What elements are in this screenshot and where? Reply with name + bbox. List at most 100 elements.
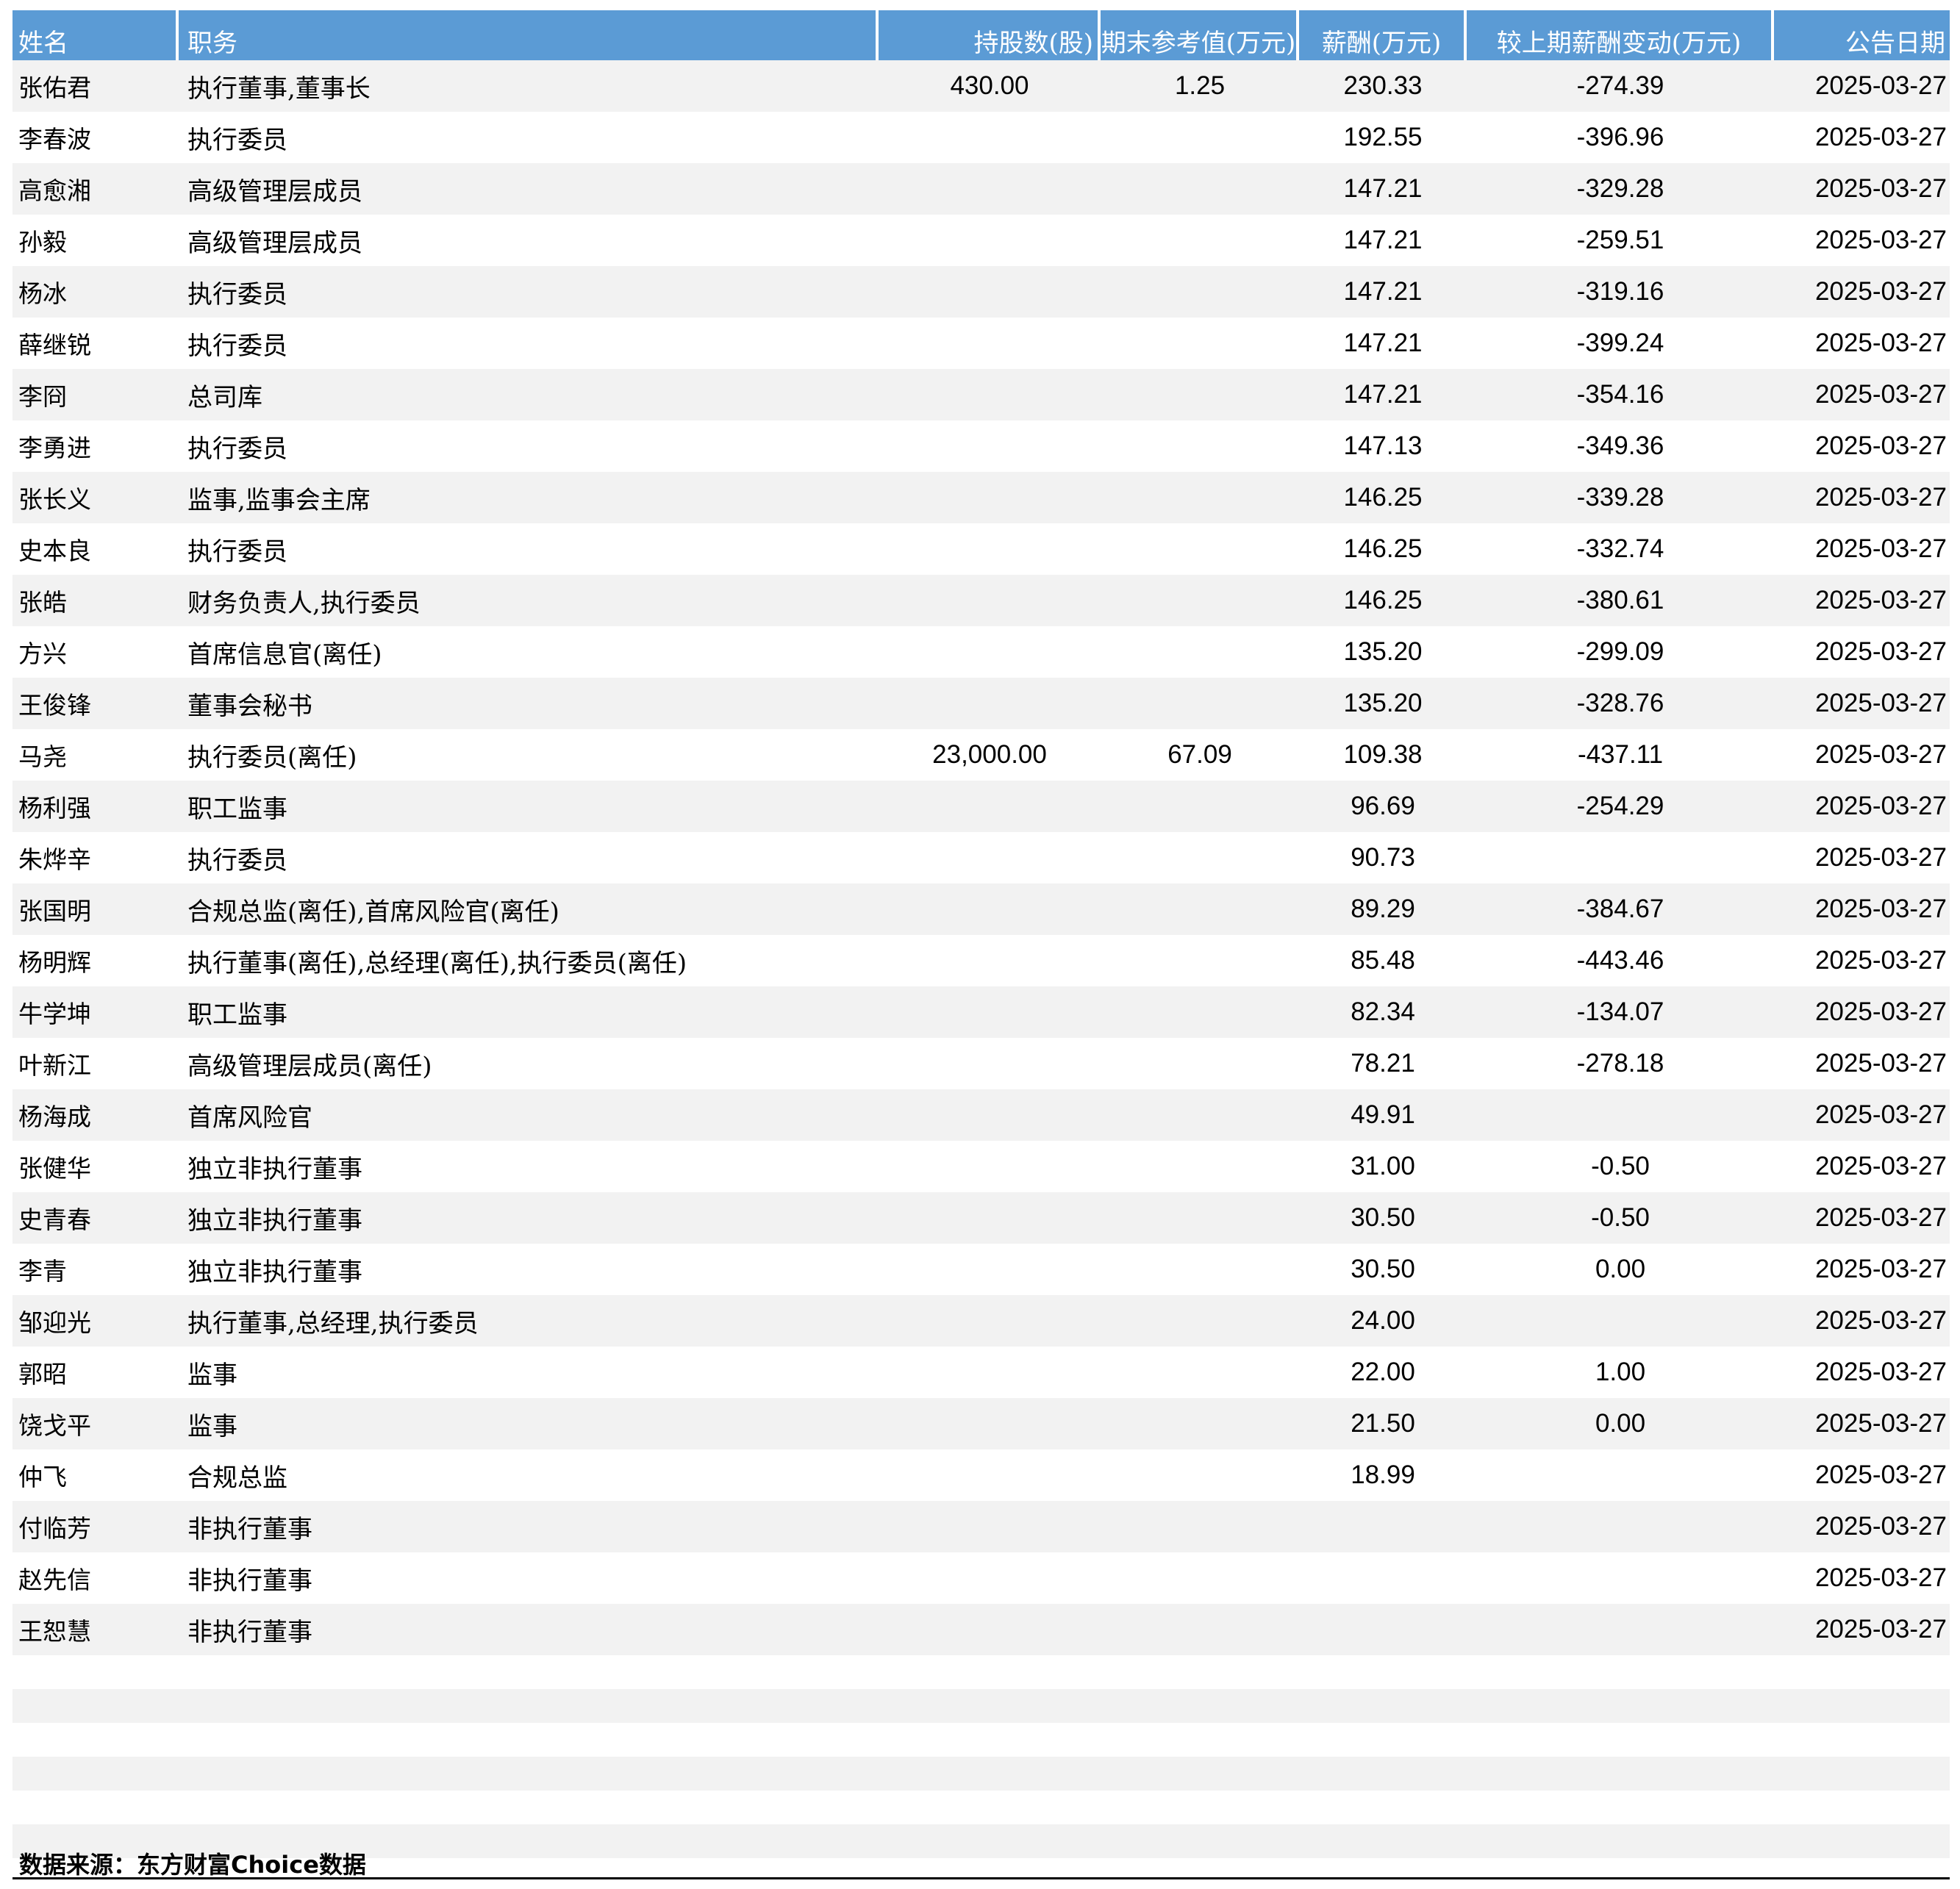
cell-name: 仲飞 (18, 1463, 67, 1491)
table-row: 史本良 执行委员 146.25 -332.74 2025-03-27 (12, 523, 1950, 575)
empty-row (12, 1723, 1950, 1757)
cell-position: 高级管理层成员 (187, 228, 362, 258)
table-row: 李冏 总司库 147.21 -354.16 2025-03-27 (12, 369, 1950, 420)
cell-name: 叶新江 (18, 1051, 91, 1080)
header-salary-change: 较上期薪酬变动(万元) (1467, 10, 1774, 60)
cell-shares (879, 318, 1101, 369)
cell-salary-change (1467, 1501, 1774, 1552)
table-row: 杨海成 首席风险官 49.91 2025-03-27 (12, 1089, 1950, 1141)
cell-salary: 147.21 (1343, 277, 1423, 306)
cell-salary: 230.33 (1343, 71, 1423, 100)
cell-salary-change (1467, 1449, 1774, 1501)
cell-date: 2025-03-27 (1814, 1255, 1947, 1283)
cell-date: 2025-03-27 (1814, 277, 1947, 306)
cell-salary-change: -134.07 (1576, 997, 1664, 1026)
cell-shares (879, 163, 1101, 215)
cell-ref-value (1101, 1038, 1299, 1089)
cell-salary: 30.50 (1351, 1255, 1415, 1283)
cell-salary-change: 0.00 (1595, 1409, 1646, 1438)
cell-position: 职工监事 (187, 794, 287, 824)
cell-ref-value (1101, 1192, 1299, 1244)
cell-position: 首席信息官(离任) (187, 639, 382, 670)
cell-date: 2025-03-27 (1814, 586, 1947, 614)
cell-date: 2025-03-27 (1814, 1358, 1947, 1386)
cell-shares (879, 523, 1101, 575)
cell-ref-value (1101, 575, 1299, 626)
cell-date: 2025-03-27 (1814, 740, 1947, 769)
empty-row (12, 1655, 1950, 1689)
cell-ref-value (1101, 112, 1299, 163)
cell-position: 合规总监(离任),首席风险官(离任) (187, 897, 559, 927)
cell-salary-change: -437.11 (1577, 740, 1664, 769)
cell-salary: 147.21 (1343, 380, 1423, 409)
cell-salary: 90.73 (1351, 843, 1415, 872)
cell-shares (879, 1192, 1101, 1244)
cell-name: 杨海成 (18, 1103, 91, 1131)
cell-position: 执行委员 (187, 434, 287, 464)
cell-position: 执行董事,董事长 (187, 74, 371, 104)
cell-salary-change: -332.74 (1576, 534, 1664, 563)
cell-name: 杨利强 (18, 794, 91, 822)
cell-salary-change: -319.16 (1576, 277, 1664, 306)
empty-row (12, 1757, 1950, 1791)
cell-shares (879, 215, 1101, 266)
cell-shares (879, 883, 1101, 935)
cell-date: 2025-03-27 (1814, 997, 1947, 1026)
cell-position: 非执行董事 (187, 1617, 312, 1647)
cell-salary-change: -328.76 (1576, 689, 1664, 717)
table-row: 薛继锐 执行委员 147.21 -399.24 2025-03-27 (12, 318, 1950, 369)
cell-salary: 49.91 (1351, 1100, 1415, 1129)
cell-position: 执行委员 (187, 537, 287, 567)
cell-date: 2025-03-27 (1814, 329, 1947, 357)
cell-name: 杨冰 (18, 279, 67, 308)
cell-salary-change: -396.96 (1576, 123, 1664, 151)
header-shares: 持股数(股) (879, 10, 1101, 60)
cell-position: 非执行董事 (187, 1566, 312, 1596)
table-row: 李春波 执行委员 192.55 -396.96 2025-03-27 (12, 112, 1950, 163)
cell-date: 2025-03-27 (1814, 792, 1947, 820)
cell-salary: 22.00 (1351, 1358, 1415, 1386)
cell-date: 2025-03-27 (1814, 637, 1947, 666)
cell-name: 薛继锐 (18, 331, 91, 359)
cell-salary (1299, 1501, 1467, 1552)
cell-salary: 96.69 (1351, 792, 1415, 820)
cell-shares (879, 1089, 1101, 1141)
cell-date: 2025-03-27 (1814, 1409, 1947, 1438)
cell-salary-change: 0.00 (1595, 1255, 1646, 1283)
cell-name: 张皓 (18, 588, 67, 617)
cell-ref-value (1101, 883, 1299, 935)
empty-row (12, 1791, 1950, 1824)
table-row: 张佑君 执行董事,董事长 430.00 1.25 230.33 -274.39 2025-0… (12, 60, 1950, 112)
cell-name: 邹迎光 (18, 1308, 91, 1337)
cell-position: 高级管理层成员(离任) (187, 1051, 432, 1081)
cell-salary: 146.25 (1343, 483, 1423, 512)
cell-shares (879, 1501, 1101, 1552)
cell-ref-value (1101, 369, 1299, 420)
cell-ref-value (1101, 1244, 1299, 1295)
header-position: 职务 (179, 10, 879, 60)
cell-position: 执行委员 (187, 845, 287, 875)
cell-salary: 135.20 (1343, 689, 1423, 717)
table-row: 付临芳 非执行董事 2025-03-27 (12, 1501, 1950, 1552)
cell-position: 财务负责人,执行委员 (187, 588, 421, 618)
cell-ref-value (1101, 678, 1299, 729)
cell-salary: 21.50 (1351, 1409, 1415, 1438)
cell-shares (879, 420, 1101, 472)
cell-salary-change: -259.51 (1576, 226, 1664, 254)
cell-name: 饶戈平 (18, 1411, 91, 1440)
cell-salary: 146.25 (1343, 586, 1423, 614)
cell-name: 史本良 (18, 537, 91, 565)
cell-shares (879, 832, 1101, 883)
table-row: 牛学坤 职工监事 82.34 -134.07 2025-03-27 (12, 986, 1950, 1038)
cell-position: 独立非执行董事 (187, 1154, 362, 1184)
cell-shares: 23,000.00 (932, 740, 1047, 769)
cell-name: 马尧 (18, 742, 67, 771)
cell-shares (879, 472, 1101, 523)
cell-salary: 147.21 (1343, 226, 1423, 254)
header-ref-value: 期末参考值(万元) (1101, 10, 1299, 60)
cell-name: 朱烨辛 (18, 845, 91, 874)
header-salary: 薪酬(万元) (1299, 10, 1467, 60)
cell-salary-change (1467, 832, 1774, 883)
cell-salary: 192.55 (1343, 123, 1423, 151)
cell-salary-change: -0.50 (1591, 1203, 1650, 1232)
